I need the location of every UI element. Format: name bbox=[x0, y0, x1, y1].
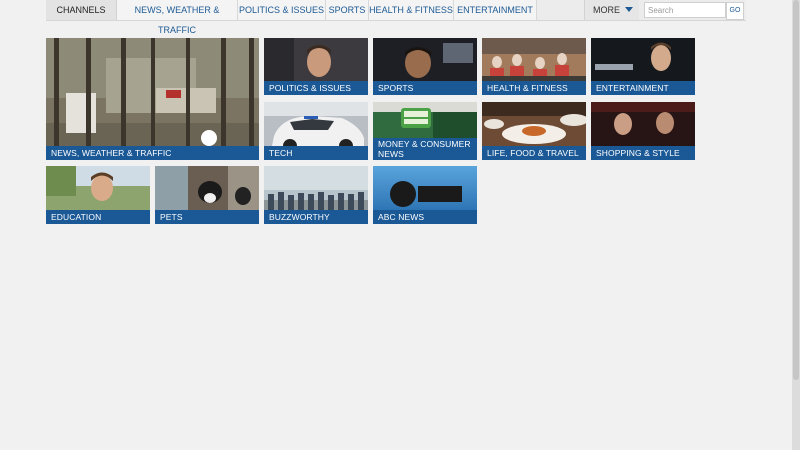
search-input[interactable] bbox=[644, 2, 726, 18]
nav-health-fitness[interactable]: HEALTH & FITNESS bbox=[369, 0, 454, 20]
tile-buzzworthy[interactable]: BUZZWORTHY bbox=[264, 166, 368, 224]
nav-news-weather-traffic[interactable]: NEWS, WEATHER & TRAFFIC bbox=[117, 0, 238, 35]
tile-label: SPORTS bbox=[373, 81, 477, 95]
nav-entertainment[interactable]: ENTERTAINMENT bbox=[454, 0, 537, 20]
tile-label: EDUCATION bbox=[46, 210, 150, 224]
caret-down-icon bbox=[625, 7, 633, 12]
scrollbar-thumb[interactable] bbox=[793, 0, 799, 380]
tile-news-weather-traffic[interactable]: NEWS, WEATHER & TRAFFIC bbox=[46, 38, 259, 160]
tile-shopping-style[interactable]: SHOPPING & STYLE bbox=[591, 102, 695, 160]
more-dropdown[interactable]: MORE bbox=[584, 0, 639, 20]
jail-cell-image bbox=[46, 38, 259, 160]
tile-label: PETS bbox=[155, 210, 259, 224]
channels-navbar: CHANNELS NEWS, WEATHER & TRAFFIC POLITIC… bbox=[46, 0, 746, 35]
tile-label: BUZZWORTHY bbox=[264, 210, 368, 224]
tile-label: ABC NEWS bbox=[373, 210, 477, 224]
tile-abc-news[interactable]: ABC NEWS bbox=[373, 166, 477, 224]
tile-label: POLITICS & ISSUES bbox=[264, 81, 368, 95]
tile-education[interactable]: EDUCATION bbox=[46, 166, 150, 224]
nav-politics-issues[interactable]: POLITICS & ISSUES bbox=[238, 0, 326, 20]
nav-sports[interactable]: SPORTS bbox=[326, 0, 369, 20]
more-label: MORE bbox=[593, 5, 620, 15]
tile-label: SHOPPING & STYLE bbox=[591, 146, 695, 160]
tile-label: ENTERTAINMENT bbox=[591, 81, 695, 95]
tile-entertainment[interactable]: ENTERTAINMENT bbox=[591, 38, 695, 95]
vertical-scrollbar[interactable] bbox=[792, 0, 800, 450]
tile-label: TECH bbox=[264, 146, 368, 160]
tile-label: HEALTH & FITNESS bbox=[482, 81, 586, 95]
tile-label: NEWS, WEATHER & TRAFFIC bbox=[46, 146, 259, 160]
tile-pets[interactable]: PETS bbox=[155, 166, 259, 224]
tile-label: LIFE, FOOD & TRAVEL bbox=[482, 146, 586, 160]
tile-health-fitness[interactable]: HEALTH & FITNESS bbox=[482, 38, 586, 95]
tile-politics-issues[interactable]: POLITICS & ISSUES bbox=[264, 38, 368, 95]
tile-sports[interactable]: SPORTS bbox=[373, 38, 477, 95]
search-go-button[interactable]: GO bbox=[726, 2, 744, 20]
tile-money-consumer-news[interactable]: MONEY & CONSUMER NEWS bbox=[373, 102, 477, 160]
tile-tech[interactable]: TECH bbox=[264, 102, 368, 160]
channels-label: CHANNELS bbox=[46, 0, 117, 20]
tile-life-food-travel[interactable]: LIFE, FOOD & TRAVEL bbox=[482, 102, 586, 160]
tile-label: MONEY & CONSUMER NEWS bbox=[373, 138, 477, 160]
